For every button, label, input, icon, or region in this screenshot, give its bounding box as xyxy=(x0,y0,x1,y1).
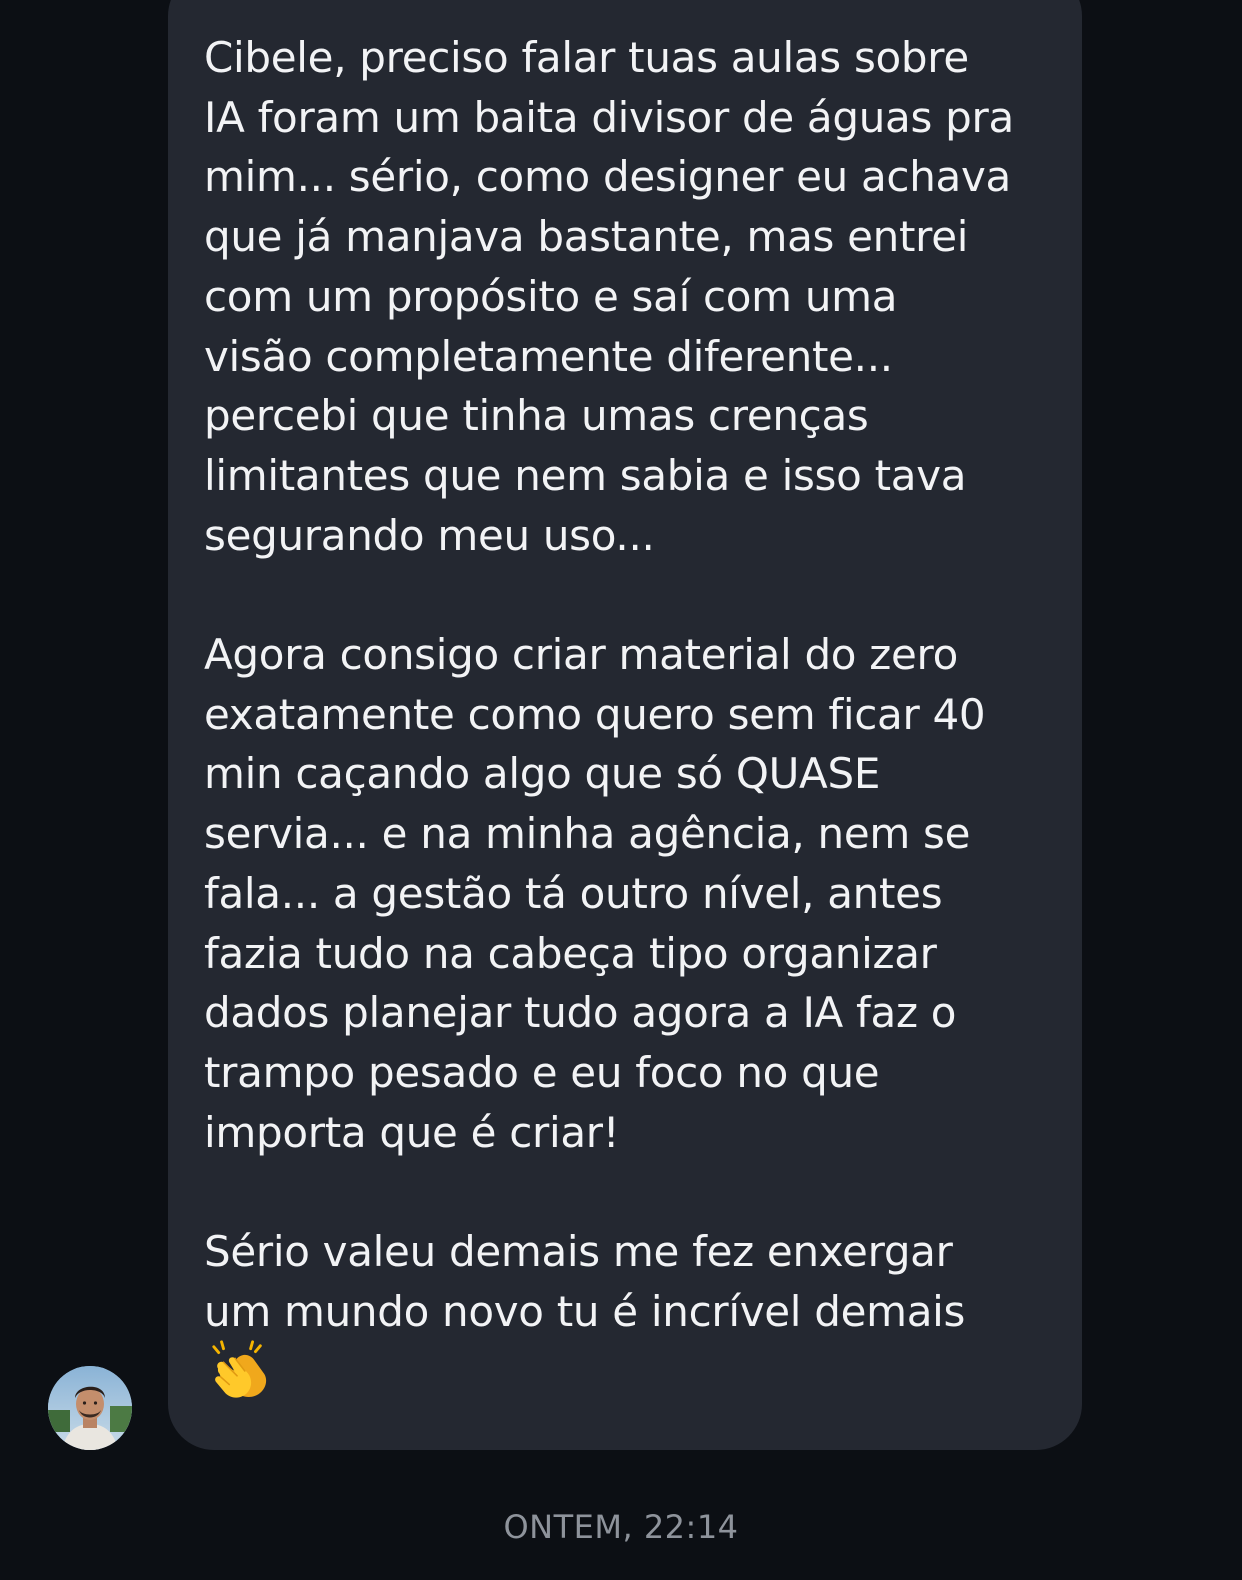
message-paragraph-1: Cibele, preciso falar tuas aulas sobre I… xyxy=(204,33,1014,560)
message-paragraph-2: Agora consigo criar material do zero exa… xyxy=(204,630,986,1157)
message-thread: Cibele, preciso falar tuas aulas sobre I… xyxy=(0,0,1242,1580)
message-bubble[interactable]: Cibele, preciso falar tuas aulas sobre I… xyxy=(168,0,1082,1450)
avatar-photo xyxy=(48,1366,132,1450)
clapping-hands-icon xyxy=(212,1340,267,1399)
sender-avatar[interactable] xyxy=(48,1366,132,1450)
message-timestamp: ONTEM, 22:14 xyxy=(503,1508,739,1546)
message-paragraph-3: Sério valeu demais me fez enxergar um mu… xyxy=(204,1227,966,1336)
